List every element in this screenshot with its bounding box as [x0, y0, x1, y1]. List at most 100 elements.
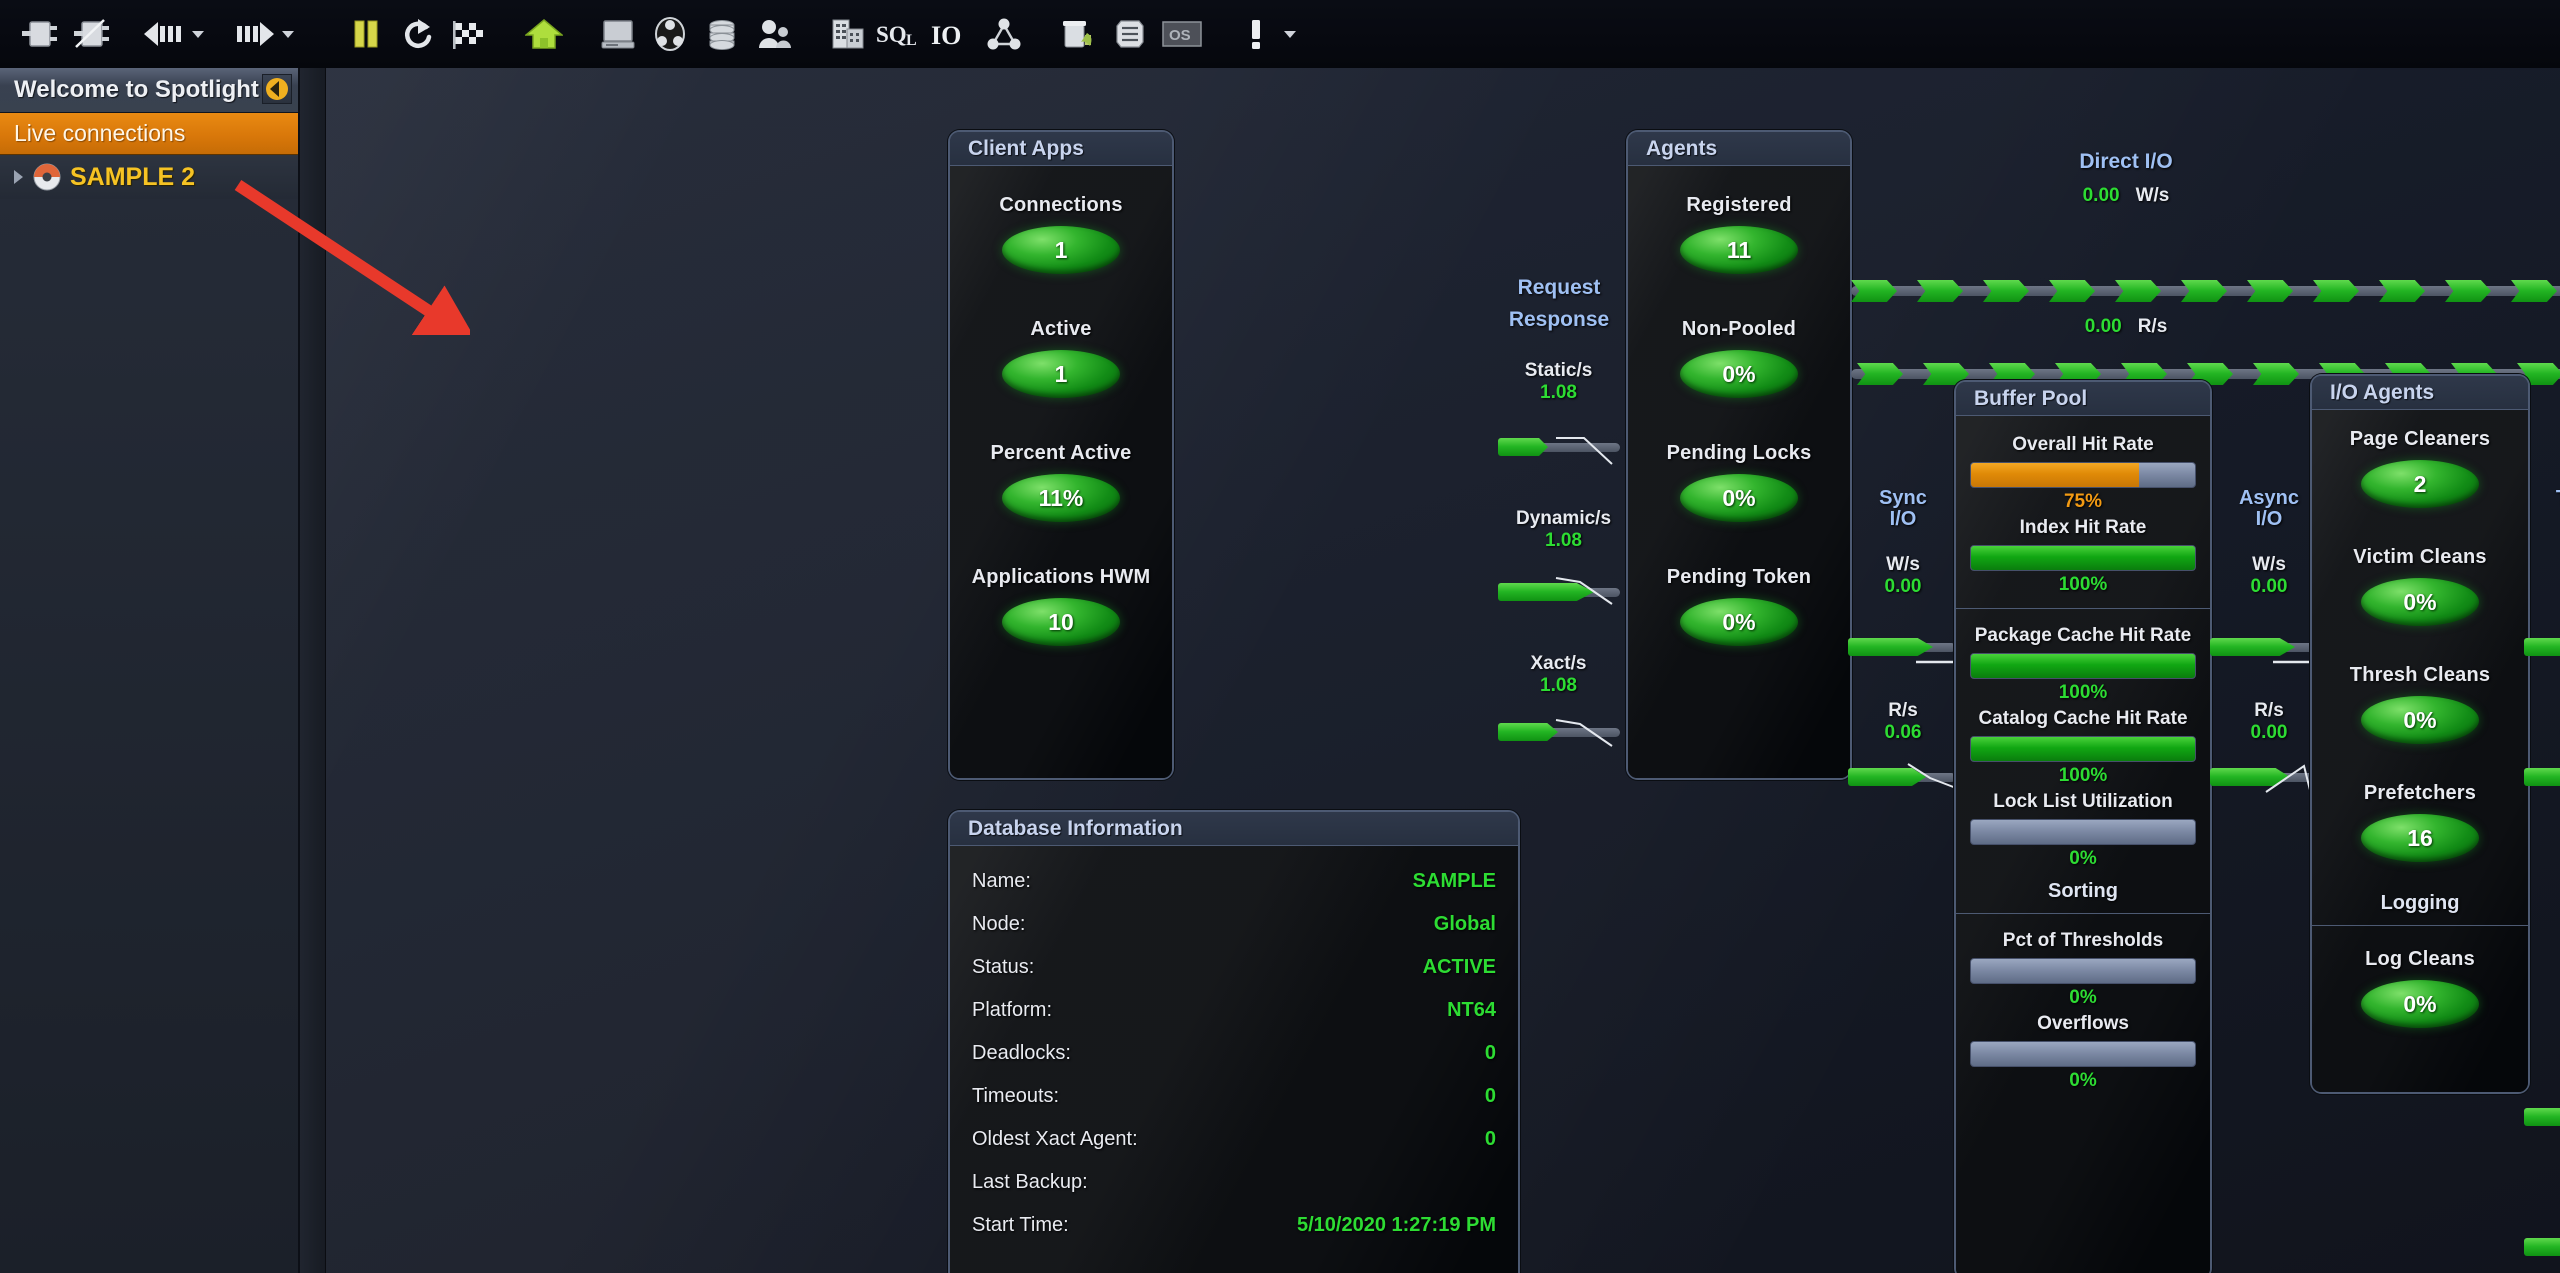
sidebar-collapse-button[interactable]: [262, 74, 292, 104]
io-column-total: Total I/O W/s 0.00: [2524, 488, 2560, 598]
sidebar-item-live-connections[interactable]: Live connections: [0, 113, 298, 155]
io-read-value: 0.00: [2524, 1192, 2560, 1214]
row-value: 0: [1484, 1042, 1496, 1064]
bar-lock-list-utilization[interactable]: [1970, 819, 2196, 845]
users-icon[interactable]: [748, 8, 800, 60]
io-title-line1: Async: [2238, 487, 2300, 509]
bar-label: Index Hit Rate: [2019, 517, 2147, 538]
pause-icon[interactable]: [340, 8, 392, 60]
trash-icon[interactable]: [1052, 8, 1104, 60]
flow-label: Xact/s: [1530, 653, 1587, 674]
bar-package-cache-hit-rate[interactable]: [1970, 653, 2196, 679]
sidebar-scrollbar[interactable]: [300, 68, 326, 1273]
building-icon[interactable]: [822, 8, 874, 60]
row-value: NT64: [1447, 999, 1496, 1021]
metric-log-cleans[interactable]: Log Cleans 0%: [2312, 948, 2528, 1028]
database-icon[interactable]: [696, 8, 748, 60]
stack-icon[interactable]: [1104, 8, 1156, 60]
metric-value: 0%: [2361, 980, 2479, 1028]
metric-label: Pending Token: [1666, 566, 1812, 588]
forward-dropdown-caret-icon[interactable]: [280, 8, 296, 60]
io-write-value: 0.00: [1884, 576, 1922, 597]
topology-icon[interactable]: [978, 8, 1030, 60]
bar-label: Package Cache Hit Rate: [1974, 625, 2192, 646]
atom-icon[interactable]: [644, 8, 696, 60]
metric-active[interactable]: Active 1: [950, 318, 1172, 398]
metric-applications-hwm[interactable]: Applications HWM 10: [950, 566, 1172, 646]
metric-victim-cleans[interactable]: Victim Cleans 0%: [2312, 546, 2528, 626]
row-key: Oldest Xact Agent:: [972, 1128, 1138, 1150]
flow-static: Static/s 1.08: [1486, 360, 1631, 404]
disconnect-icon[interactable]: [64, 8, 116, 60]
refresh-icon[interactable]: [392, 8, 444, 60]
metric-value: 16: [2361, 814, 2479, 862]
direct-io-write-value: 0.00: [2082, 185, 2120, 206]
io-title-line1: Sync: [1879, 487, 1927, 509]
table-row: Name: SAMPLE: [950, 860, 1518, 903]
os-icon[interactable]: OS: [1156, 8, 1208, 60]
flow-sparkline-xact: [1555, 719, 1613, 747]
io-write-unit: W/s: [2524, 1024, 2560, 1046]
metric-pending-token[interactable]: Pending Token 0%: [1628, 566, 1850, 646]
toolbar-separator: [1208, 8, 1230, 60]
tree-expand-arrow-icon[interactable]: [8, 170, 28, 184]
section-header-sorting: Sorting: [2048, 880, 2118, 902]
finish-flag-icon[interactable]: [444, 8, 496, 60]
io-write-unit: W/s: [2524, 554, 2560, 576]
metric-label: Victim Cleans: [2353, 546, 2487, 568]
io-title-line2: I/O: [2524, 979, 2560, 1000]
sidebar-item-sample-2[interactable]: SAMPLE 2: [0, 155, 298, 199]
svg-text:L: L: [906, 32, 917, 49]
metric-connections[interactable]: Connections 1: [950, 194, 1172, 274]
metric-thresh-cleans[interactable]: Thresh Cleans 0%: [2312, 664, 2528, 744]
sidebar-header[interactable]: Welcome to Spotlight: [0, 68, 298, 113]
io-read-value: 0.00: [2250, 722, 2288, 743]
toolbar-separator: [296, 8, 318, 60]
home-icon[interactable]: [518, 8, 570, 60]
panel-body: Name: SAMPLE Node: Global Status: ACTIVE…: [950, 846, 1518, 1273]
main-toolbar: SQ L IO OS: [0, 0, 2560, 68]
bar-label: Lock List Utilization: [1993, 791, 2173, 812]
io-icon[interactable]: IO: [926, 8, 978, 60]
toolbar-separator: [800, 8, 822, 60]
alarm-exclaim-icon[interactable]: [1230, 8, 1282, 60]
flow-dynamic: Dynamic/s 1.08: [1486, 508, 1641, 552]
metric-label: Non-Pooled: [1681, 318, 1797, 340]
flow-value: 1.08: [1540, 382, 1577, 403]
back-icon[interactable]: [138, 8, 190, 60]
computer-icon[interactable]: [592, 8, 644, 60]
metric-page-cleaners[interactable]: Page Cleaners 2: [2312, 428, 2528, 508]
bar-label: Catalog Cache Hit Rate: [1978, 708, 2188, 729]
bar-pct-of-thresholds[interactable]: [1970, 958, 2196, 984]
metric-value: 11%: [1002, 474, 1120, 522]
buffer-pool-section-sorting: Pct of Thresholds 0% Overflows 0%: [1956, 913, 2210, 1092]
toolbar-separator: [206, 8, 228, 60]
connect-icon[interactable]: [12, 8, 64, 60]
flow-value: 1.08: [1540, 675, 1577, 696]
bar-overflows[interactable]: [1970, 1041, 2196, 1067]
flow-value: 1.08: [1545, 530, 1582, 551]
io-write-unit: W/s: [1886, 554, 1920, 575]
metric-pending-locks[interactable]: Pending Locks 0%: [1628, 442, 1850, 522]
left-sidebar: Welcome to Spotlight Live connections SA…: [0, 68, 300, 1273]
io-total-write-pipe: [2524, 638, 2560, 656]
metric-non-pooled[interactable]: Non-Pooled 0%: [1628, 318, 1850, 398]
alarm-dropdown-caret-icon[interactable]: [1282, 8, 1298, 60]
metric-percent-active[interactable]: Percent Active 11%: [950, 442, 1172, 522]
svg-text:OS: OS: [1169, 27, 1191, 44]
buffer-pool-section-caches: Package Cache Hit Rate 100% Catalog Cach…: [1956, 608, 2210, 903]
collapse-left-icon: [266, 78, 288, 100]
bar-index-hit-rate[interactable]: [1970, 545, 2196, 571]
io-read-value: 0.06: [2524, 722, 2560, 744]
metric-prefetchers[interactable]: Prefetchers 16: [2312, 782, 2528, 862]
bar-catalog-cache-hit-rate[interactable]: [1970, 736, 2196, 762]
bar-value: 100%: [2058, 765, 2108, 786]
svg-text:SQ: SQ: [876, 22, 907, 47]
back-dropdown-caret-icon[interactable]: [190, 8, 206, 60]
metric-registered[interactable]: Registered 11: [1628, 194, 1850, 274]
sql-icon[interactable]: SQ L: [874, 8, 926, 60]
forward-icon[interactable]: [228, 8, 280, 60]
svg-text:IO: IO: [931, 21, 961, 50]
bar-overall-hit-rate[interactable]: [1970, 462, 2196, 488]
io-title-line2: I/O: [2524, 509, 2560, 530]
